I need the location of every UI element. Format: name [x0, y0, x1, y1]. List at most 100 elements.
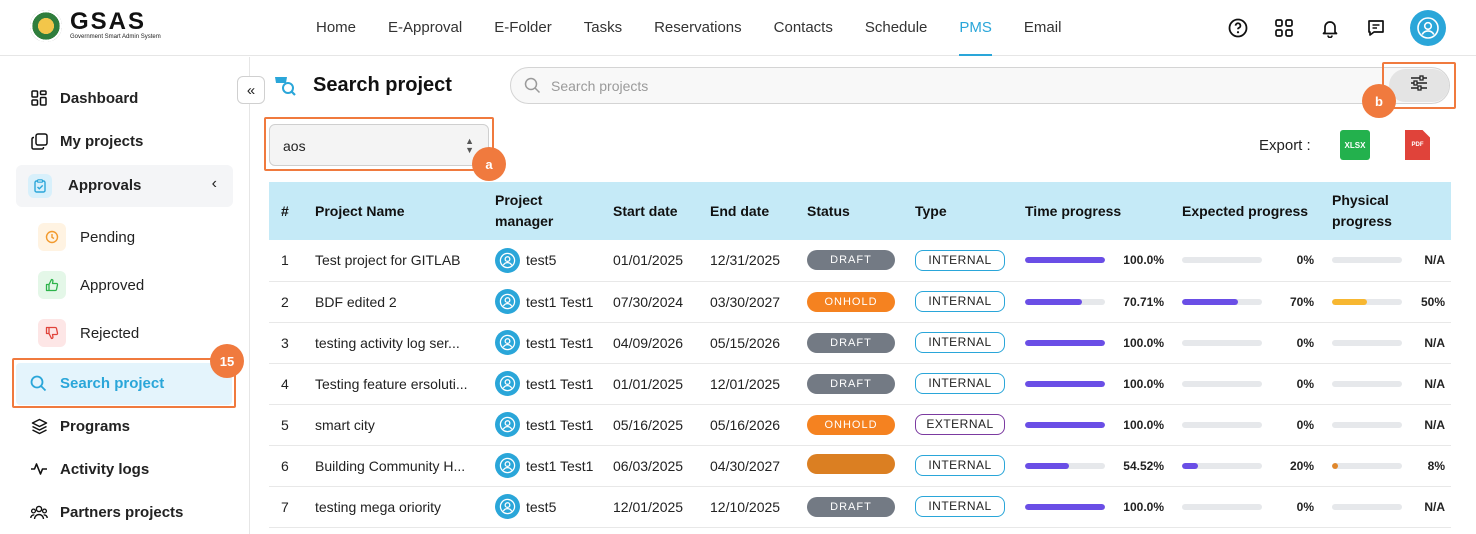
- help-icon[interactable]: [1226, 16, 1250, 40]
- user-avatar-icon: [495, 330, 520, 355]
- thumbs-up-icon: [38, 271, 66, 299]
- progress-fill: [1025, 503, 1105, 510]
- column-header[interactable]: Physical progress: [1320, 182, 1451, 240]
- project-manager: test1 Test1: [495, 330, 601, 355]
- progress-value: 70.71%: [1123, 294, 1164, 309]
- pdf-export-icon[interactable]: PDF: [1405, 130, 1430, 160]
- progress-fill: [1182, 462, 1198, 469]
- user-avatar[interactable]: [1410, 10, 1446, 46]
- column-header[interactable]: Type: [903, 182, 1013, 240]
- sidebar-item-approvals[interactable]: Approvals ‹: [16, 165, 233, 207]
- progress-value: 0%: [1296, 253, 1314, 268]
- progress-bar: [1025, 380, 1105, 387]
- progress-fill: [1025, 339, 1105, 346]
- project-manager: test1 Test1: [495, 453, 601, 478]
- sidebar-item-activity-logs[interactable]: Activity logs: [30, 460, 149, 478]
- progress-bar: [1182, 298, 1262, 305]
- project-name[interactable]: testing mega oriority: [303, 486, 483, 527]
- table-row[interactable]: 5 smart city test1 Test1 05/16/2025 05/16/20…: [269, 404, 1451, 445]
- progress: 50%: [1332, 295, 1451, 309]
- collapse-sidebar-button[interactable]: «: [237, 76, 265, 104]
- column-header[interactable]: End date: [698, 182, 795, 240]
- search-icon: [524, 77, 541, 99]
- clipboard-check-icon: [28, 174, 52, 198]
- main-nav: Home E-Approval E-Folder Tasks Reservations C…: [300, 0, 1077, 56]
- progress-value: 0%: [1296, 499, 1314, 514]
- table-row[interactable]: 4 Testing feature ersoluti... test1 Test1 0…: [269, 363, 1451, 404]
- nav-item-tasks[interactable]: Tasks: [584, 0, 622, 56]
- nav-item-e-folder[interactable]: E-Folder: [494, 0, 552, 56]
- project-name[interactable]: Test project for GITLAB: [303, 240, 483, 281]
- progress-fill: [1332, 462, 1338, 469]
- annotation-box-sidebar: [12, 358, 236, 408]
- project-name[interactable]: Testing feature ersoluti...: [303, 363, 483, 404]
- progress-fill: [1025, 257, 1105, 264]
- column-header[interactable]: Status: [795, 182, 903, 240]
- column-header[interactable]: Project Name: [303, 182, 483, 240]
- table-row[interactable]: 6 Building Community H... test1 Test1 06/03…: [269, 445, 1451, 486]
- project-name[interactable]: testing activity log ser...: [303, 322, 483, 363]
- xlsx-export-icon[interactable]: XLSX: [1340, 130, 1370, 160]
- nav-item-reservations[interactable]: Reservations: [654, 0, 742, 56]
- row-number: 6: [281, 457, 289, 474]
- progress-bar: [1332, 503, 1402, 510]
- column-header[interactable]: Expected progress: [1170, 182, 1320, 240]
- pdf-label: PDF: [1411, 142, 1424, 148]
- table-row[interactable]: 2 BDF edited 2 test1 Test1 07/30/2024 03/30/…: [269, 281, 1451, 322]
- logo[interactable]: GSAS Government Smart Admin System: [30, 10, 161, 42]
- nav-item-home[interactable]: Home: [316, 0, 356, 56]
- column-header[interactable]: #: [269, 182, 303, 240]
- bell-icon[interactable]: [1318, 16, 1342, 40]
- sidebar-item-label: My projects: [60, 132, 144, 150]
- table-row[interactable]: 3 testing activity log ser... test1 Test1 0…: [269, 322, 1451, 363]
- progress: N/A: [1332, 253, 1451, 267]
- chat-icon[interactable]: [1364, 16, 1388, 40]
- progress-fill: [1025, 421, 1105, 428]
- end-date: 12/01/2025: [710, 375, 781, 392]
- clock-icon: [38, 223, 66, 251]
- nav-item-schedule[interactable]: Schedule: [865, 0, 928, 56]
- start-date: 05/16/2025: [613, 416, 684, 433]
- progress: 54.52%: [1025, 459, 1170, 473]
- government-seal-icon: [30, 10, 62, 42]
- sidebar-item-programs[interactable]: Programs: [30, 417, 130, 435]
- row-number: 5: [281, 416, 289, 433]
- user-avatar-icon: [495, 371, 520, 396]
- progress-bar: [1332, 421, 1402, 428]
- sidebar-item-label: Approvals: [68, 177, 142, 194]
- manager-name: test1 Test1: [526, 293, 594, 310]
- search-input[interactable]: [551, 76, 1371, 96]
- sidebar-item-my-projects[interactable]: My projects: [30, 132, 143, 150]
- table-row[interactable]: 7 testing mega oriority test5 12/01/2025 12/…: [269, 486, 1451, 527]
- sidebar-item-partners-projects[interactable]: Partners projects: [30, 503, 183, 521]
- table-row[interactable]: 1 Test project for GITLAB test5 01/01/2025 1…: [269, 240, 1451, 281]
- status-badge: DRAFT: [807, 496, 895, 517]
- progress: N/A: [1332, 418, 1451, 432]
- copy-icon: [30, 132, 48, 150]
- sidebar-item-rejected[interactable]: Rejected: [38, 319, 139, 347]
- user-avatar-icon: [495, 453, 520, 478]
- project-name[interactable]: smart city: [303, 404, 483, 445]
- column-header[interactable]: Time progress: [1013, 182, 1170, 240]
- chevron-left-icon[interactable]: ‹: [212, 175, 217, 193]
- apps-grid-icon[interactable]: [1272, 16, 1296, 40]
- progress-bar: [1332, 339, 1402, 346]
- nav-item-contacts[interactable]: Contacts: [774, 0, 833, 56]
- nav-item-e-approval[interactable]: E-Approval: [388, 0, 462, 56]
- sidebar-item-pending[interactable]: Pending: [38, 223, 135, 251]
- project-name[interactable]: BDF edited 2: [303, 281, 483, 322]
- type-badge: INTERNAL: [915, 332, 1005, 353]
- nav-item-pms[interactable]: PMS: [959, 0, 992, 56]
- column-header[interactable]: Project manager: [483, 182, 601, 240]
- nav-item-email[interactable]: Email: [1024, 0, 1062, 56]
- progress-bar: [1182, 421, 1262, 428]
- column-header[interactable]: Start date: [601, 182, 698, 240]
- progress: 100.0%: [1025, 500, 1170, 514]
- start-date: 01/01/2025: [613, 375, 684, 392]
- project-name[interactable]: Building Community H...: [303, 445, 483, 486]
- sidebar-item-approved[interactable]: Approved: [38, 271, 144, 299]
- type-badge: INTERNAL: [915, 455, 1005, 476]
- sidebar-item-dashboard[interactable]: Dashboard: [30, 89, 138, 107]
- user-avatar-icon: [495, 494, 520, 519]
- progress: 20%: [1182, 459, 1320, 473]
